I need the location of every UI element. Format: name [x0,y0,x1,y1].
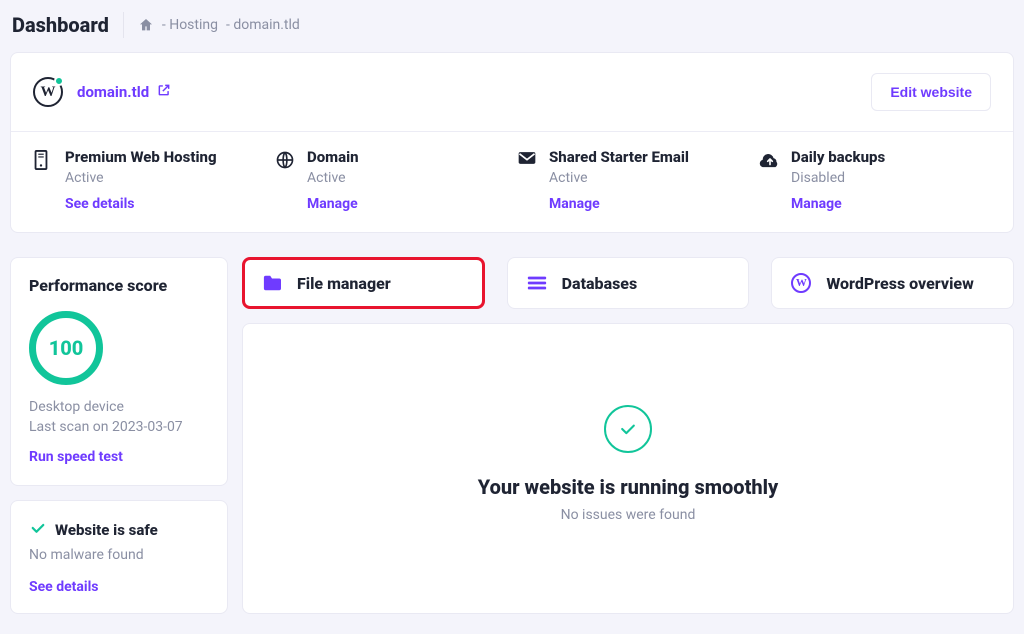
service-domain-action[interactable]: Manage [307,196,359,212]
service-hosting-action[interactable]: See details [65,196,217,212]
site-status-card: Your website is running smoothly No issu… [242,323,1014,614]
page-title: Dashboard [12,13,109,37]
service-hosting-status: Active [65,170,217,186]
safety-subtitle: No malware found [29,547,209,563]
safety-card: Website is safe No malware found See det… [10,500,228,614]
file-manager-label: File manager [297,274,391,293]
service-email-status: Active [549,170,689,186]
mail-icon [517,148,537,212]
domain-head: W domain.tld Edit website [11,53,1013,131]
service-domain-status: Active [307,170,359,186]
breadcrumb-hosting[interactable]: - Hosting [162,17,218,33]
performance-device: Desktop device [29,399,209,415]
service-backups-title: Daily backups [791,148,885,166]
server-icon [33,148,53,212]
domain-left: W domain.tld [33,77,171,107]
wordpress-overview-card[interactable]: W WordPress overview [771,257,1014,309]
breadcrumb-domain[interactable]: - domain.tld [226,17,300,33]
service-domain: Domain Active Manage [275,148,507,212]
domain-card: W domain.tld Edit website Premium [10,52,1014,233]
performance-score: 100 [49,336,84,360]
external-link-icon [157,83,171,101]
service-backups-status: Disabled [791,170,885,186]
service-domain-title: Domain [307,148,359,166]
globe-icon [275,148,295,212]
header-row: Dashboard - Hosting - domain.tld [10,12,1014,52]
service-email-title: Shared Starter Email [549,148,689,166]
database-icon [526,272,548,294]
performance-scan: Last scan on 2023-03-07 [29,419,209,435]
status-subtitle: No issues were found [561,507,696,523]
run-speed-test-link[interactable]: Run speed test [29,449,209,465]
cloud-upload-icon [759,148,779,212]
wordpress-overview-icon: W [790,272,812,294]
status-title: Your website is running smoothly [478,475,779,499]
check-icon [29,519,47,541]
service-email-action[interactable]: Manage [549,196,689,212]
domain-name-label: domain.tld [77,83,149,101]
performance-score-ring: 100 [29,311,103,385]
folder-icon [261,272,283,294]
performance-title: Performance score [29,276,209,295]
wordpress-overview-label: WordPress overview [826,274,973,293]
services-row: Premium Web Hosting Active See details D… [11,132,1013,232]
domain-link[interactable]: domain.tld [77,83,171,101]
safety-see-details-link[interactable]: See details [29,579,209,595]
databases-card[interactable]: Databases [507,257,750,309]
content-grid: Performance score 100 Desktop device Las… [10,257,1014,614]
file-manager-card[interactable]: File manager [242,257,485,309]
status-check-icon [604,405,652,453]
header-divider [123,12,124,38]
service-hosting: Premium Web Hosting Active See details [33,148,265,212]
breadcrumb: - Hosting - domain.tld [138,17,300,33]
online-status-dot [54,76,64,86]
safety-head: Website is safe [29,519,209,541]
safety-title: Website is safe [55,521,158,539]
home-icon[interactable] [138,17,154,33]
wordpress-icon: W [33,77,63,107]
databases-label: Databases [562,274,638,293]
dashboard-page: Dashboard - Hosting - domain.tld W domai… [0,0,1024,634]
service-hosting-title: Premium Web Hosting [65,148,217,166]
performance-card: Performance score 100 Desktop device Las… [10,257,228,486]
service-backups: Daily backups Disabled Manage [759,148,991,212]
service-backups-action[interactable]: Manage [791,196,885,212]
edit-website-button[interactable]: Edit website [871,73,991,111]
service-email: Shared Starter Email Active Manage [517,148,749,212]
quick-links-row: File manager Databases W WordPress overv… [242,257,1014,309]
